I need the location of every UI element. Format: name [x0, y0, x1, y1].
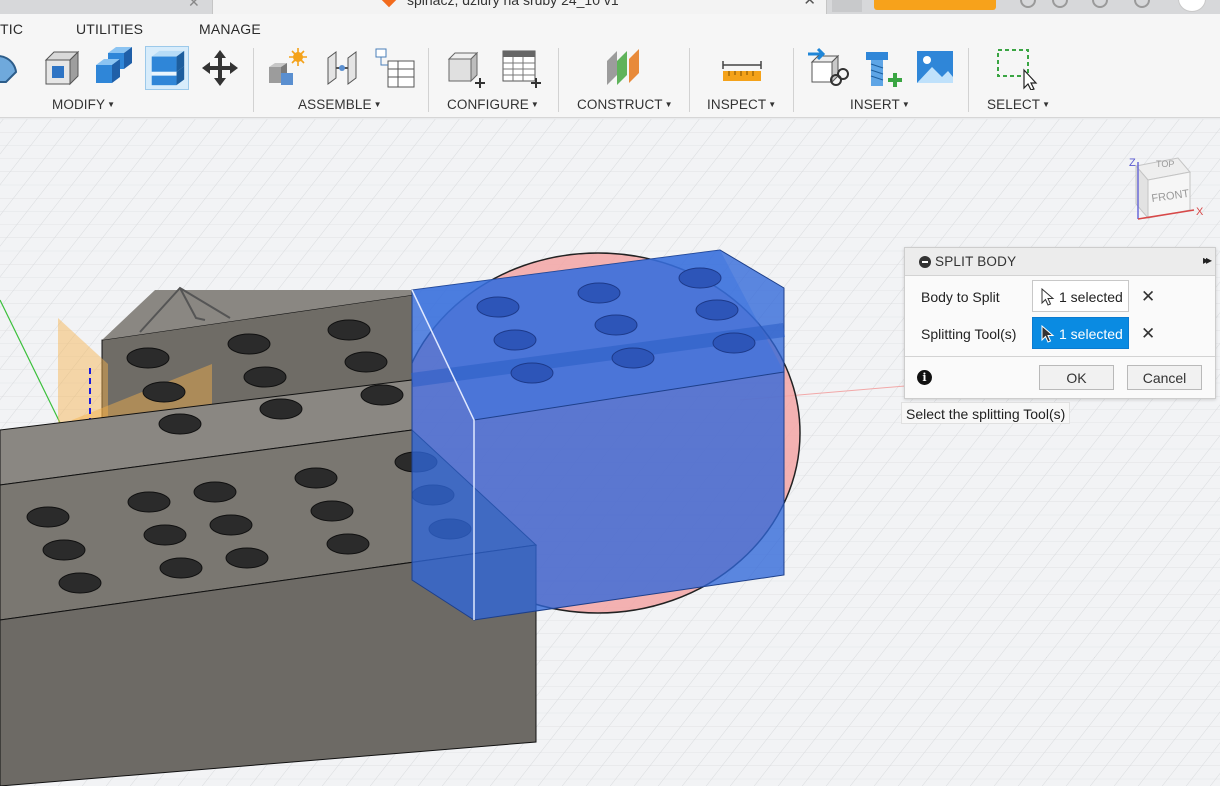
configure-menu[interactable]: CONFIGURE ▼ — [447, 97, 539, 112]
upgrade-button[interactable] — [874, 0, 996, 10]
notifications-icon[interactable] — [1092, 0, 1108, 8]
splitting-tool-selector[interactable]: 1 selected — [1032, 317, 1129, 349]
model-scene[interactable] — [0, 119, 1220, 786]
chevron-down-icon: ▼ — [373, 100, 382, 109]
close-document-icon[interactable]: ✕ — [803, 0, 816, 9]
inspect-menu[interactable]: INSPECT ▼ — [707, 97, 776, 112]
joint-icon[interactable] — [320, 46, 364, 90]
divider — [253, 48, 254, 112]
window-select-icon[interactable] — [994, 46, 1038, 90]
dialog-header: SPLIT BODY ▸▸ — [905, 248, 1215, 276]
assemble-menu[interactable]: ASSEMBLE ▼ — [298, 97, 382, 112]
chevron-down-icon: ▼ — [1042, 100, 1051, 109]
tab-utilities[interactable]: UTILITIES — [76, 21, 143, 37]
viewcube-top-label: TOP — [1156, 159, 1174, 169]
body-to-split-label: Body to Split — [921, 289, 1000, 305]
chevron-down-icon: ▼ — [530, 100, 539, 109]
new-tab-button[interactable] — [832, 0, 862, 12]
configure-icon[interactable] — [444, 46, 488, 90]
insert-derive-icon[interactable] — [806, 46, 850, 90]
configure-table-icon[interactable] — [498, 46, 542, 90]
press-pull-icon[interactable] — [0, 46, 28, 90]
cancel-button[interactable]: Cancel — [1127, 365, 1202, 390]
undo-icon[interactable] — [1020, 0, 1036, 8]
workspace-tabs: TIC UTILITIES MANAGE — [0, 14, 1220, 42]
offset-plane-icon[interactable] — [602, 46, 646, 90]
title-tab-bar: ✕ spinacz, dziury na sruby 24_10 v1 ✕ — [0, 0, 1220, 14]
combine-icon[interactable] — [91, 46, 135, 90]
tab-automatic[interactable]: TIC — [0, 21, 23, 37]
document-title: spinacz, dziury na sruby 24_10 v1 — [407, 0, 619, 8]
clear-body-selection-icon[interactable]: ✕ — [1141, 287, 1155, 307]
viewcube[interactable]: TOP FRONT Z X — [1126, 152, 1206, 226]
clear-tool-selection-icon[interactable]: ✕ — [1141, 324, 1155, 344]
split-body-dialog: SPLIT BODY ▸▸ Body to Split 1 selected ✕… — [904, 247, 1216, 399]
chevron-down-icon: ▼ — [901, 100, 910, 109]
body-to-split-value: 1 selected — [1059, 289, 1123, 305]
splitting-tool-value: 1 selected — [1059, 326, 1123, 342]
chevron-down-icon: ▼ — [107, 100, 116, 109]
insert-canvas-icon[interactable] — [913, 46, 957, 90]
measure-icon[interactable] — [720, 46, 764, 90]
splitting-tool-label: Splitting Tool(s) — [921, 326, 1017, 342]
divider — [905, 356, 1215, 357]
toolbar: MODIFY ▼ ASSEMBLE ▼ CONFIGURE ▼ CONSTRUCT ▼ … — [0, 42, 1220, 118]
document-tab[interactable]: spinacz, dziury na sruby 24_10 v1 ✕ — [212, 0, 827, 14]
divider — [558, 48, 559, 112]
chevron-down-icon: ▼ — [768, 100, 777, 109]
modify-menu[interactable]: MODIFY ▼ — [52, 97, 115, 112]
new-component-icon[interactable] — [264, 46, 308, 90]
cursor-select-icon — [1041, 288, 1055, 306]
job-status-icon[interactable] — [1052, 0, 1068, 8]
divider — [689, 48, 690, 112]
expand-icon[interactable]: ▸▸ — [1203, 253, 1212, 267]
avatar[interactable] — [1178, 0, 1206, 12]
info-icon[interactable]: i — [917, 370, 932, 385]
ok-button[interactable]: OK — [1039, 365, 1114, 390]
help-icon[interactable] — [1134, 0, 1150, 8]
collapse-icon[interactable] — [919, 256, 931, 268]
select-menu[interactable]: SELECT ▼ — [987, 97, 1050, 112]
dialog-title: SPLIT BODY — [935, 254, 1017, 269]
divider — [793, 48, 794, 112]
component-table-icon[interactable] — [373, 46, 417, 90]
split-body-icon[interactable] — [145, 46, 189, 90]
canvas-viewport[interactable]: TOP FRONT Z X — [0, 119, 1220, 786]
shell-icon[interactable] — [38, 46, 82, 90]
prompt-tooltip: Select the splitting Tool(s) — [901, 402, 1071, 424]
cursor-select-icon — [1041, 325, 1055, 343]
divider — [968, 48, 969, 112]
move-icon[interactable] — [198, 46, 242, 90]
body-to-split-selector[interactable]: 1 selected — [1032, 280, 1129, 312]
insert-mcmaster-icon[interactable] — [860, 46, 904, 90]
divider — [428, 48, 429, 112]
insert-menu[interactable]: INSERT ▼ — [850, 97, 910, 112]
close-tab-icon[interactable]: ✕ — [188, 0, 200, 11]
construct-menu[interactable]: CONSTRUCT ▼ — [577, 97, 673, 112]
document-cube-icon — [381, 0, 397, 8]
chevron-down-icon: ▼ — [664, 100, 673, 109]
tab-manage[interactable]: MANAGE — [199, 21, 261, 37]
viewcube-x-label: X — [1196, 206, 1204, 218]
viewcube-z-label: Z — [1129, 157, 1136, 169]
